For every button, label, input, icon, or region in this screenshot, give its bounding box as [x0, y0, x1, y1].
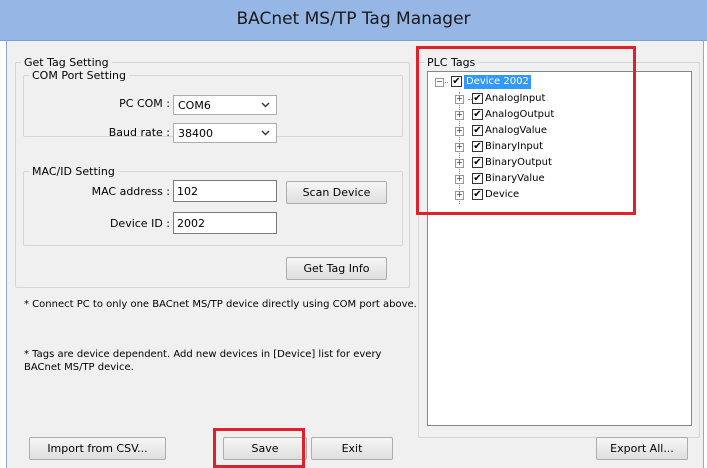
- pc-com-dropdown[interactable]: COM6: [173, 95, 277, 115]
- baud-rate-value: 38400: [178, 127, 213, 140]
- pc-com-value: COM6: [178, 99, 211, 112]
- mac-address-input[interactable]: 102: [173, 180, 277, 202]
- pc-com-label: PC COM :: [119, 97, 170, 110]
- get-tag-info-button[interactable]: Get Tag Info: [286, 257, 387, 280]
- chevron-down-icon: [261, 102, 270, 108]
- connect-note: * Connect PC to only one BACnet MS/TP de…: [24, 299, 417, 310]
- com-port-setting-legend: COM Port Setting: [32, 69, 127, 82]
- mac-id-setting-legend: MAC/ID Setting: [32, 165, 115, 178]
- window-title: BACnet MS/TP Tag Manager: [236, 9, 471, 29]
- title-bar: BACnet MS/TP Tag Manager: [0, 0, 707, 41]
- mac-address-label: MAC address :: [91, 185, 170, 198]
- baud-rate-dropdown[interactable]: 38400: [173, 123, 277, 143]
- chevron-down-icon: [261, 130, 270, 136]
- baud-rate-label: Baud rate :: [108, 126, 170, 139]
- scan-device-button[interactable]: Scan Device: [286, 181, 387, 204]
- export-all-button[interactable]: Export All...: [596, 437, 688, 460]
- tags-note: * Tags are device dependent. Add new dev…: [24, 349, 382, 373]
- device-id-input[interactable]: 2002: [173, 212, 277, 234]
- exit-button[interactable]: Exit: [311, 437, 393, 460]
- import-from-csv-button[interactable]: Import from CSV...: [29, 437, 166, 460]
- device-id-label: Device ID :: [109, 217, 170, 230]
- plc-tags-highlight-box: [416, 46, 636, 215]
- get-tag-setting-legend: Get Tag Setting: [24, 56, 109, 69]
- save-button-highlight-box: [213, 428, 305, 468]
